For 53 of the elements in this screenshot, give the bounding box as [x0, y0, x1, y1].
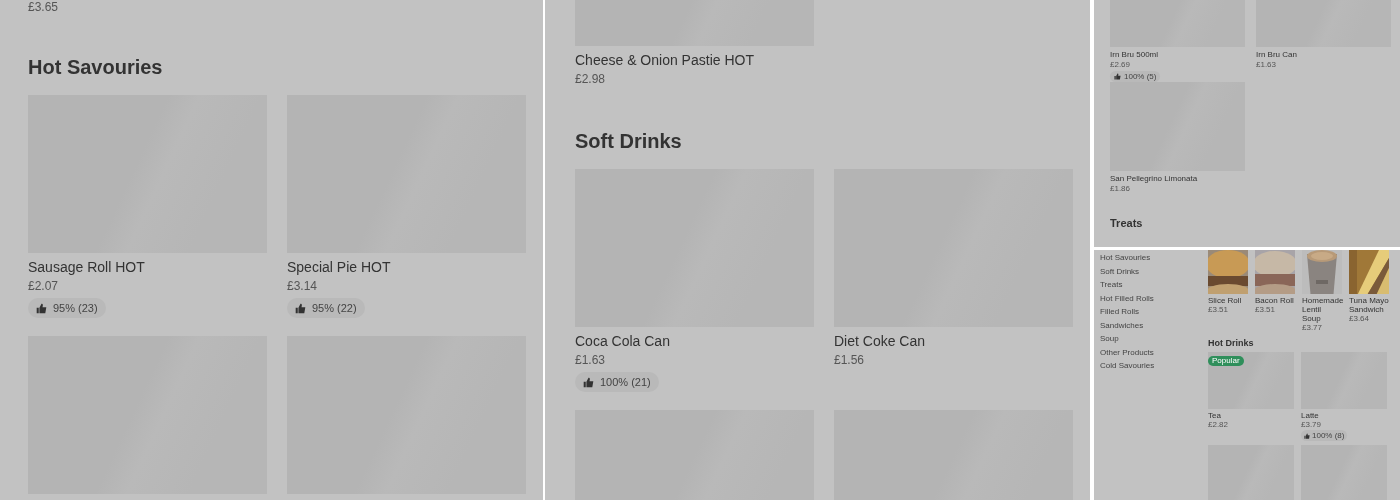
item-price: £1.86 [1110, 184, 1131, 194]
section-heading: Hot Drinks [1208, 338, 1255, 349]
section-heading: Hot Savouries [28, 55, 164, 80]
item-name: Homemade Lentil Soup [1302, 296, 1342, 323]
item-name: Slice Roll [1208, 296, 1243, 305]
item-price: £3.77 [1302, 323, 1324, 332]
item-name: Diet Coke Can [834, 332, 926, 351]
item-name: Cheese & Onion Pastie HOT [575, 51, 754, 70]
item-price: £2.69 [1110, 60, 1131, 70]
rating-text: 100% (8) [1312, 429, 1345, 442]
category-link[interactable]: Soft Drinks [1100, 264, 1200, 278]
category-link[interactable]: Soup [1100, 332, 1200, 346]
category-link[interactable]: Filled Rolls [1100, 305, 1200, 319]
item-name: Special Pie HOT [287, 258, 391, 277]
item-price: £3.79 [1301, 420, 1322, 429]
category-link[interactable]: Hot Savouries [1100, 251, 1200, 265]
item-name: Sausage Roll HOT [28, 258, 145, 277]
thumbs-up-icon [583, 376, 594, 388]
item-price: £2.98 [575, 71, 606, 88]
thumbs-up-icon [295, 302, 306, 314]
item-price: £2.07 [28, 278, 59, 295]
rating-text: 100% (5) [1124, 70, 1157, 83]
item-name: San Pellegrino Limonata [1110, 174, 1198, 184]
section-heading: Soft Drinks [575, 129, 683, 154]
item-price: £1.63 [575, 352, 606, 369]
item-name: Irn Bru 500ml [1110, 50, 1159, 60]
item-name: Irn Bru Can [1256, 50, 1297, 60]
popular-badge: Popular [1208, 356, 1244, 366]
thumbs-up-icon [1114, 73, 1121, 80]
item-price: £2.82 [1208, 420, 1229, 429]
section-heading: Treats [1110, 216, 1144, 230]
thumbs-up-icon [36, 302, 47, 314]
rating-text: 95% (22) [312, 300, 357, 316]
item-price: £3.51 [1255, 305, 1277, 314]
category-link[interactable]: Cold Savouries [1100, 359, 1200, 373]
thumbs-up-icon [1304, 432, 1310, 439]
item-price: £3.65 [28, 0, 60, 14]
item-price: £1.63 [1256, 60, 1277, 70]
category-link[interactable]: Treats [1100, 278, 1200, 292]
item-price: £3.51 [1208, 305, 1230, 314]
item-price: £3.14 [287, 278, 318, 295]
rating-text: 100% (21) [600, 374, 651, 390]
item-name: Bacon Roll [1255, 296, 1295, 305]
item-price: £3.64 [1349, 314, 1371, 323]
item-name: Tea [1208, 411, 1221, 420]
rating-text: 95% (23) [53, 300, 98, 316]
category-link[interactable]: Hot Filled Rolls [1100, 291, 1200, 305]
category-link[interactable]: Sandwiches [1100, 318, 1200, 332]
category-link[interactable]: Other Products [1100, 345, 1200, 359]
item-price: £1.56 [834, 352, 865, 369]
item-name: Latte [1301, 411, 1319, 420]
item-name: Tuna Mayo Sandwich [1349, 296, 1389, 314]
item-name: Coca Cola Can [575, 332, 670, 351]
